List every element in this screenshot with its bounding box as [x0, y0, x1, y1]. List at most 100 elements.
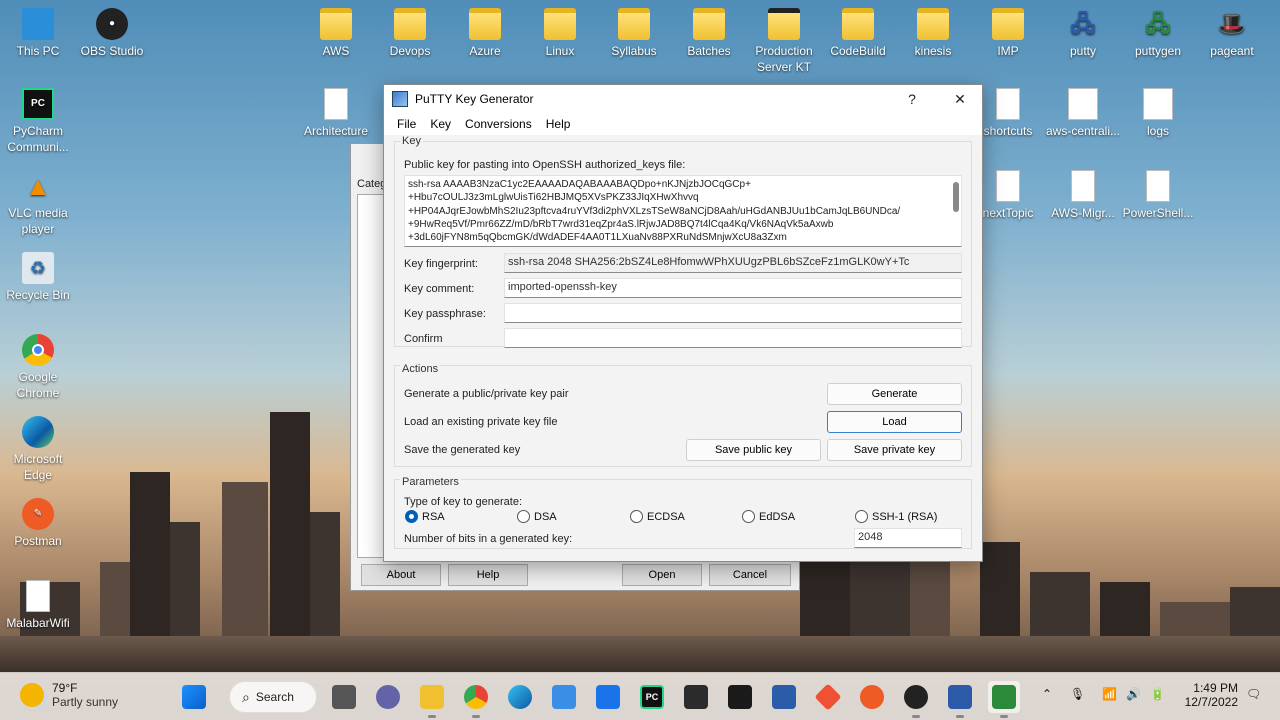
fingerprint-label: Key fingerprint: — [404, 258, 478, 270]
dialog-body: Key Public key for pasting into OpenSSH … — [384, 135, 982, 561]
chrome-icon — [22, 334, 54, 366]
folder-icon — [917, 8, 949, 40]
puttygen-app-icon — [392, 91, 408, 107]
public-key-textarea[interactable]: ssh-rsa AAAAB3NzaC1yc2EAAAADAQABAAABAQDp… — [404, 175, 962, 247]
obs-taskbar-button[interactable] — [900, 681, 932, 718]
git-taskbar-button[interactable] — [812, 681, 844, 713]
volume-icon[interactable]: 🔊 — [1126, 687, 1141, 701]
terminal-taskbar-button[interactable] — [680, 681, 712, 713]
microphone-icon[interactable]: 🎙 — [1070, 687, 1085, 701]
edge-taskbar-button[interactable] — [504, 681, 536, 713]
desktop-icon-linux[interactable]: Linux — [522, 8, 598, 59]
save-private-key-button[interactable]: Save private key — [827, 439, 962, 461]
save-label: Save the generated key — [404, 444, 521, 456]
desktop-icon-postman[interactable]: ✎ Postman — [0, 498, 76, 549]
battery-icon[interactable]: 🔋 — [1150, 687, 1165, 701]
menu-conversions[interactable]: Conversions — [458, 117, 539, 131]
desktop-icon-aws[interactable]: AWS — [298, 8, 374, 59]
help-title-button[interactable]: ? — [890, 85, 934, 113]
radio-eddsa[interactable]: EdDSA — [742, 510, 795, 523]
desktop-icon-vlc[interactable]: ▲ VLC media player — [0, 170, 76, 237]
document-icon — [996, 170, 1020, 202]
desktop-icon-logs[interactable]: logs — [1120, 88, 1196, 139]
passphrase-input[interactable] — [504, 303, 962, 323]
generate-button[interactable]: Generate — [827, 383, 962, 405]
desktop-icon-pycharm[interactable]: PC PyCharm Communi... — [0, 88, 76, 155]
desktop-icon-aws-migr[interactable]: AWS-Migr... — [1045, 170, 1121, 221]
desktop-icon-obs-studio[interactable]: ● OBS Studio — [74, 8, 150, 59]
menu-key[interactable]: Key — [423, 117, 458, 131]
puttygen-icon: 🖧 — [1145, 11, 1171, 36]
folder-icon — [320, 8, 352, 40]
document-icon — [26, 580, 50, 612]
about-button[interactable]: About — [361, 564, 441, 586]
teams-chat-button[interactable] — [372, 681, 404, 713]
open-button[interactable]: Open — [622, 564, 702, 586]
taskbar-search[interactable]: ⌕ Search — [229, 681, 317, 713]
monitor-icon — [22, 8, 54, 40]
radio-ssh1-rsa[interactable]: SSH-1 (RSA) — [855, 510, 937, 523]
postman-taskbar-button[interactable] — [856, 681, 888, 713]
puttygen-taskbar-button[interactable] — [988, 681, 1020, 718]
category-label: Categ — [357, 178, 387, 190]
desktop-icon-pageant[interactable]: 🎩 pageant — [1194, 8, 1270, 59]
desktop-icon-codebuild[interactable]: CodeBuild — [820, 8, 896, 59]
radio-ecdsa[interactable]: ECDSA — [630, 510, 685, 523]
cmd-taskbar-button[interactable] — [724, 681, 756, 713]
title-bar[interactable]: PuTTY Key Generator ? ✕ — [384, 85, 982, 113]
pycharm-taskbar-button[interactable]: PC — [636, 681, 668, 713]
search-icon: ⌕ — [242, 688, 250, 705]
scrollbar-thumb[interactable] — [953, 182, 959, 212]
cancel-button[interactable]: Cancel — [709, 564, 791, 586]
show-hidden-icons-button[interactable]: ⌃ — [1042, 687, 1052, 701]
bits-input[interactable]: 2048 — [854, 528, 962, 548]
notepad-taskbar-button[interactable] — [548, 681, 580, 713]
desktop-icon-recycle-bin[interactable]: ♻ Recycle Bin — [0, 252, 76, 303]
passphrase-label: Key passphrase: — [404, 308, 486, 320]
desktop-icon-malabarwifi[interactable]: MalabarWifi — [0, 580, 76, 631]
load-button[interactable]: Load — [827, 411, 962, 433]
clock-time: 1:49 PM — [1193, 681, 1238, 695]
clock-date: 12/7/2022 — [1184, 695, 1238, 709]
file-explorer-button[interactable] — [416, 681, 448, 718]
desktop-icon-imp[interactable]: IMP — [970, 8, 1046, 59]
desktop-icon-powershell[interactable]: PowerShell... — [1120, 170, 1196, 221]
desktop-icon-azure[interactable]: Azure — [447, 8, 523, 59]
desktop-icon-putty[interactable]: 🖧 putty — [1045, 8, 1121, 59]
radio-dsa[interactable]: DSA — [517, 510, 557, 523]
desktop-icon-batches[interactable]: Batches — [671, 8, 747, 59]
confirm-passphrase-input[interactable] — [504, 328, 962, 348]
clock[interactable]: 1:49 PM 12/7/2022 — [1180, 681, 1238, 709]
desktop-icon-syllabus[interactable]: Syllabus — [596, 8, 672, 59]
chrome-taskbar-button[interactable] — [460, 681, 492, 718]
task-view-button[interactable] — [328, 681, 360, 713]
menu-help[interactable]: Help — [539, 117, 578, 131]
close-button[interactable]: ✕ — [938, 85, 982, 113]
notifications-icon[interactable]: 🗨 — [1246, 687, 1261, 701]
desktop-icon-architecture[interactable]: Architecture — [298, 88, 374, 139]
help-button[interactable]: Help — [448, 564, 528, 586]
desktop-icon-production-server-kt[interactable]: Production Server KT — [746, 8, 822, 75]
desktop-icon-edge[interactable]: Microsoft Edge — [0, 416, 76, 483]
desktop-icon-puttygen[interactable]: 🖧 puttygen — [1120, 8, 1196, 59]
desktop-icon-devops[interactable]: Devops — [372, 8, 448, 59]
radio-rsa[interactable]: RSA — [405, 510, 445, 523]
save-public-key-button[interactable]: Save public key — [686, 439, 821, 461]
menu-file[interactable]: File — [390, 117, 423, 131]
desktop-icon-chrome[interactable]: Google Chrome — [0, 334, 76, 401]
bits-label: Number of bits in a generated key: — [404, 533, 573, 545]
puttygen-icon — [992, 685, 1016, 709]
desktop-icon-kinesis[interactable]: kinesis — [895, 8, 971, 59]
fingerprint-field[interactable]: ssh-rsa 2048 SHA256:2bSZ4Le8HfomwWPhXUUg… — [504, 253, 962, 273]
key-comment-input[interactable]: imported-openssh-key — [504, 278, 962, 298]
start-button[interactable] — [178, 681, 210, 713]
document-icon — [996, 88, 1020, 120]
wifi-icon[interactable]: 📶 — [1102, 687, 1117, 701]
powershell-taskbar-button[interactable] — [768, 681, 800, 713]
mail-taskbar-button[interactable] — [592, 681, 624, 713]
putty-taskbar-button[interactable] — [944, 681, 976, 718]
terminal-icon — [684, 685, 708, 709]
weather-widget[interactable]: 79°F Partly sunny — [20, 681, 118, 709]
desktop-icon-this-pc[interactable]: This PC — [0, 8, 76, 59]
desktop-icon-aws-centrali[interactable]: aws-centrali... — [1045, 88, 1121, 139]
